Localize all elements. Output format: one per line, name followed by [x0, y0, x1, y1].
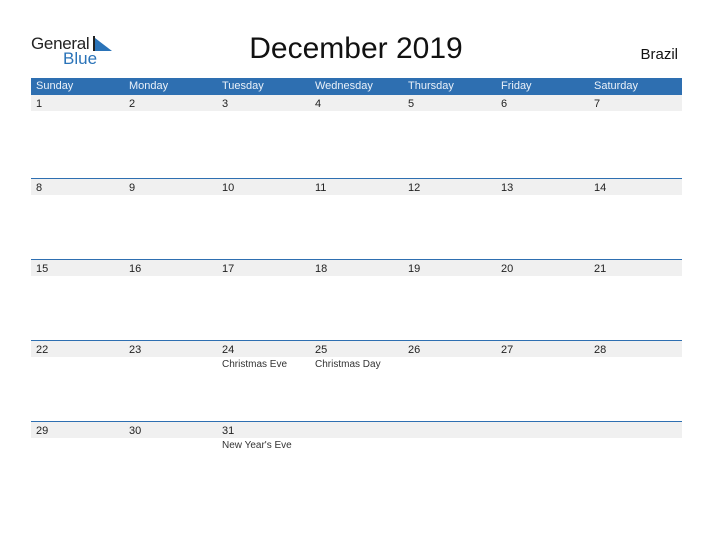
day-number: 3	[222, 98, 229, 110]
day-cell: 14	[589, 179, 682, 259]
week-row: 22 23 24 Christmas Eve 25 Christmas Day 26 27 28	[31, 340, 682, 421]
day-cell: 2	[124, 95, 217, 175]
holiday-label: Christmas Day	[315, 359, 381, 370]
day-cell: 11	[310, 179, 403, 259]
day-cell: 19	[403, 260, 496, 340]
day-number: 14	[594, 182, 607, 194]
day-cell: 16	[124, 260, 217, 340]
day-number: 4	[315, 98, 322, 110]
day-number: 29	[36, 425, 49, 437]
day-cell: 8	[31, 179, 124, 259]
day-number: 25	[315, 344, 328, 356]
day-cell	[403, 422, 496, 502]
day-cell: 21	[589, 260, 682, 340]
day-number: 19	[408, 263, 421, 275]
weekday-thursday: Thursday	[408, 80, 454, 92]
day-number: 31	[222, 425, 235, 437]
day-number: 28	[594, 344, 607, 356]
day-cell: 10	[217, 179, 310, 259]
day-number: 20	[501, 263, 514, 275]
day-number: 16	[129, 263, 142, 275]
day-cell: 3	[217, 95, 310, 175]
weekday-monday: Monday	[129, 80, 169, 92]
holiday-label: New Year's Eve	[222, 440, 292, 451]
day-cell: 7	[589, 95, 682, 175]
day-cell: 26	[403, 341, 496, 421]
day-number: 27	[501, 344, 514, 356]
day-cell: 31 New Year's Eve	[217, 422, 310, 502]
day-cell: 22	[31, 341, 124, 421]
day-cell: 15	[31, 260, 124, 340]
week-row: 15 16 17 18 19 20 21	[31, 259, 682, 340]
weekday-header: Sunday Monday Tuesday Wednesday Thursday…	[31, 78, 682, 95]
day-cell: 29	[31, 422, 124, 502]
day-number: 17	[222, 263, 235, 275]
day-number: 11	[315, 182, 327, 194]
day-number: 18	[315, 263, 328, 275]
day-number: 1	[36, 98, 43, 110]
weekday-wednesday: Wednesday	[315, 80, 373, 92]
day-cell: 5	[403, 95, 496, 175]
weekday-friday: Friday	[501, 80, 532, 92]
weekday-sunday: Sunday	[36, 80, 74, 92]
day-cell: 27	[496, 341, 589, 421]
week-row: 8 9 10 11 12 13 14	[31, 178, 682, 259]
week-row: 29 30 31 New Year's Eve	[31, 421, 682, 502]
day-cell: 9	[124, 179, 217, 259]
day-number: 5	[408, 98, 415, 110]
day-number: 15	[36, 263, 49, 275]
day-number: 8	[36, 182, 43, 194]
calendar-title: December 2019	[249, 32, 463, 65]
day-cell: 17	[217, 260, 310, 340]
day-cell: 25 Christmas Day	[310, 341, 403, 421]
day-number: 24	[222, 344, 235, 356]
day-cell: 1	[31, 95, 124, 175]
day-number: 13	[501, 182, 514, 194]
week-row: 1 2 3 4 5 6 7	[31, 94, 682, 175]
day-cell	[589, 422, 682, 502]
day-cell: 12	[403, 179, 496, 259]
day-number: 7	[594, 98, 601, 110]
country-label: Brazil	[640, 46, 678, 63]
day-cell: 13	[496, 179, 589, 259]
weekday-tuesday: Tuesday	[222, 80, 264, 92]
day-cell: 4	[310, 95, 403, 175]
day-number: 30	[129, 425, 142, 437]
day-cell	[496, 422, 589, 502]
day-cell: 28	[589, 341, 682, 421]
day-cell: 6	[496, 95, 589, 175]
day-number: 21	[594, 263, 607, 275]
day-number: 23	[129, 344, 142, 356]
day-number: 6	[501, 98, 508, 110]
day-number: 22	[36, 344, 49, 356]
day-cell	[310, 422, 403, 502]
weekday-saturday: Saturday	[594, 80, 639, 92]
day-cell: 23	[124, 341, 217, 421]
day-cell: 18	[310, 260, 403, 340]
day-number: 10	[222, 182, 235, 194]
day-number: 12	[408, 182, 421, 194]
day-number: 26	[408, 344, 421, 356]
day-number: 9	[129, 182, 136, 194]
day-cell: 24 Christmas Eve	[217, 341, 310, 421]
holiday-label: Christmas Eve	[222, 359, 288, 370]
day-cell: 30	[124, 422, 217, 502]
day-cell: 20	[496, 260, 589, 340]
day-number: 2	[129, 98, 136, 110]
